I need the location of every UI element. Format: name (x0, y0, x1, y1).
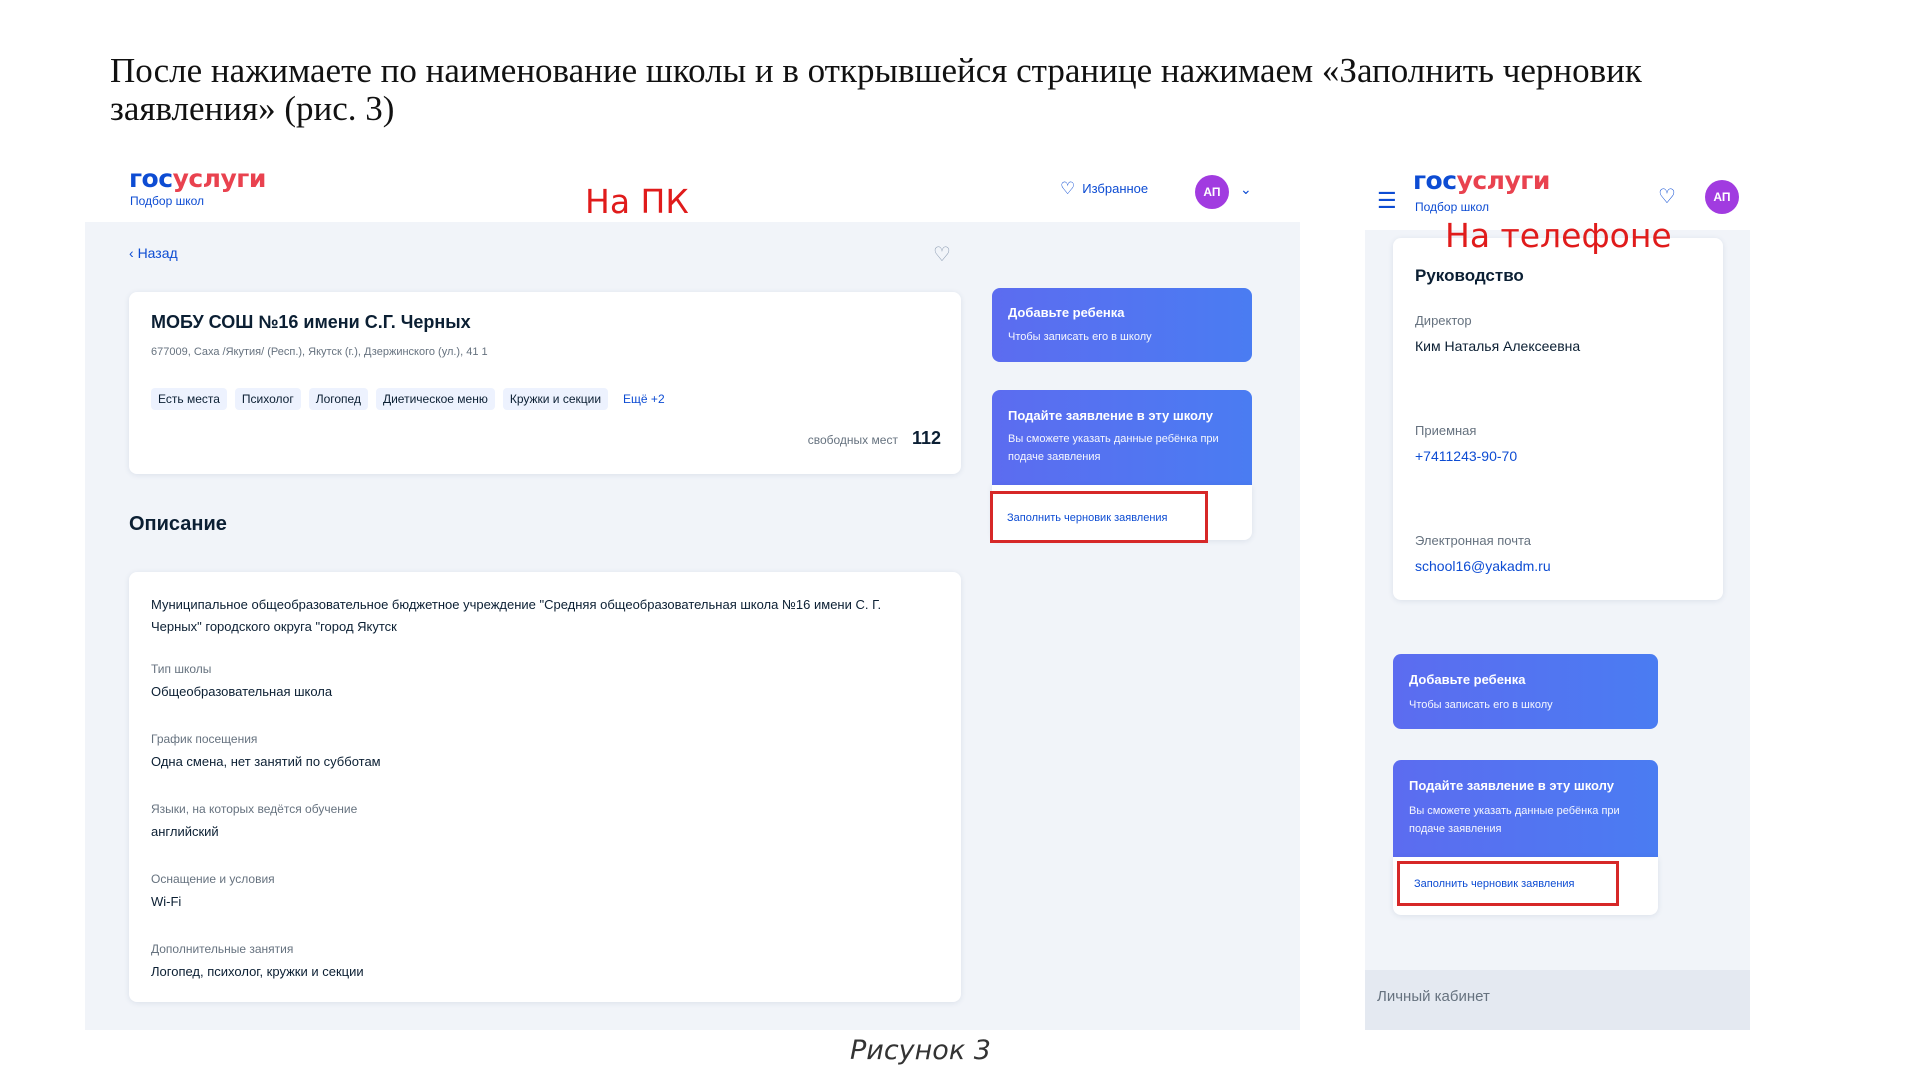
phone-caption: На телефоне (1445, 216, 1672, 255)
description-item-value: английский (151, 824, 219, 839)
apply-text: Вы сможете указать данные ребёнка при по… (1409, 805, 1620, 835)
fill-draft-link[interactable]: Заполнить черновик заявления (1414, 878, 1575, 890)
free-seats-count: 112 (911, 428, 941, 448)
description-item: Дополнительные занятия Логопед, психолог… (151, 942, 931, 1012)
director-item: Директор Ким Наталья Алексеевна (1415, 313, 1580, 354)
description-item-label: Языки, на которых ведётся обучение (151, 802, 358, 816)
apply-title: Подайте заявление в эту школу (1409, 778, 1614, 793)
favorites-button[interactable]: ♡ Избранное (1060, 180, 1148, 197)
description-intro: Муниципальное общеобразовательное бюджет… (151, 597, 882, 634)
desktop-caption: На ПК (585, 182, 689, 221)
apply-card[interactable]: Подайте заявление в эту школу Вы сможете… (1393, 760, 1658, 857)
figure-caption: Рисунок 3 (850, 1035, 991, 1066)
description-item-label: Дополнительные занятия (151, 942, 294, 956)
description-item: Тип школы Общеобразовательная школа (151, 662, 931, 732)
description-item-label: Тип школы (151, 662, 212, 676)
back-label: Назад (137, 245, 178, 261)
description-item-value: Логопед, психолог, кружки и секции (151, 964, 364, 979)
avatar[interactable]: АП (1195, 175, 1229, 209)
reception-item: Приемная +7411243-90-70 (1415, 423, 1517, 464)
add-child-card[interactable]: Добавьте ребенка Чтобы записать его в шк… (992, 288, 1252, 362)
description-item: Оснащение и условия Wi-Fi (151, 872, 931, 942)
instruction-text: После нажимаете по наименование школы и … (110, 52, 1810, 128)
description-item-value: Одна смена, нет занятий по субботам (151, 754, 381, 769)
apply-title: Подайте заявление в эту школу (1008, 408, 1213, 423)
description-item-value: Общеобразовательная школа (151, 684, 333, 699)
phone-footer: Личный кабинет (1365, 970, 1750, 1030)
director-value: Ким Наталья Алексеевна (1415, 338, 1581, 354)
draft-highlight-frame: Заполнить черновик заявления (990, 491, 1208, 543)
school-card: МОБУ СОШ №16 имени С.Г. Черных 677009, С… (129, 292, 961, 474)
school-tags: Есть места Психолог Логопед Диетическое … (151, 388, 672, 410)
description-list: Тип школы Общеобразовательная школа Граф… (151, 662, 931, 1012)
reception-label: Приемная (1415, 423, 1477, 438)
free-seats: свободных мест 112 (808, 428, 941, 449)
draft-strip: Заполнить черновик заявления (990, 485, 1252, 543)
menu-icon[interactable]: ☰ (1377, 188, 1397, 214)
email-link[interactable]: school16@yakadm.ru (1415, 558, 1551, 574)
gosuslugi-logo[interactable]: госуслуги (129, 164, 266, 193)
gosuslugi-logo[interactable]: госуслуги (1413, 166, 1550, 195)
email-item: Электронная почта school16@yakadm.ru (1415, 533, 1551, 574)
school-name[interactable]: МОБУ СОШ №16 имени С.Г. Черных (151, 312, 471, 333)
logo-subtitle: Подбор школ (1415, 200, 1490, 214)
add-child-card[interactable]: Добавьте ребенка Чтобы записать его в шк… (1393, 654, 1658, 729)
add-child-text: Чтобы записать его в школу (1008, 331, 1152, 343)
favorite-heart-icon[interactable]: ♡ (933, 242, 951, 267)
instruction-line-2: заявления» (рис. 3) (110, 89, 395, 128)
apply-text: Вы сможете указать данные ребёнка при по… (1008, 433, 1219, 463)
heart-icon[interactable]: ♡ (1658, 184, 1676, 209)
fill-draft-link[interactable]: Заполнить черновик заявления (1007, 512, 1168, 524)
apply-card[interactable]: Подайте заявление в эту школу Вы сможете… (992, 390, 1252, 485)
description-title: Описание (129, 513, 227, 535)
desktop-screenshot: госуслуги Подбор школ На ПК ♡ Избранное … (85, 160, 1300, 1030)
tag: Кружки и секции (502, 388, 609, 410)
avatar[interactable]: АП (1705, 180, 1739, 214)
tag: Психолог (234, 388, 301, 410)
more-tags-link[interactable]: Ещё +2 (616, 388, 672, 410)
draft-highlight-frame: Заполнить черновик заявления (1397, 861, 1619, 906)
description-item: Языки, на которых ведётся обучение англи… (151, 802, 931, 872)
school-address: 677009, Саха /Якутия/ (Респ.), Якутск (г… (151, 346, 488, 358)
desktop-header: госуслуги Подбор школ На ПК ♡ Избранное … (85, 160, 1300, 222)
tag: Диетическое меню (375, 388, 495, 410)
logo-subtitle: Подбор школ (130, 194, 205, 208)
instruction-line-1: После нажимаете по наименование школы и … (110, 51, 1642, 90)
description-item-value: Wi-Fi (151, 894, 182, 909)
tag: Логопед (308, 388, 368, 410)
tag: Есть места (151, 388, 227, 410)
personal-cabinet-link[interactable]: Личный кабинет (1377, 988, 1490, 1005)
director-label: Директор (1415, 313, 1472, 328)
add-child-text: Чтобы записать его в школу (1409, 699, 1553, 711)
description-card: Муниципальное общеобразовательное бюджет… (129, 572, 961, 1002)
free-seats-label: свободных мест (807, 433, 898, 447)
add-child-title: Добавьте ребенка (1008, 305, 1125, 320)
back-link[interactable]: ‹ Назад (129, 245, 178, 261)
management-title: Руководство (1415, 266, 1524, 285)
apply-block: Подайте заявление в эту школу Вы сможете… (1393, 760, 1658, 915)
reception-phone-link[interactable]: +7411243-90-70 (1415, 448, 1517, 464)
chevron-down-icon[interactable]: ⌄ (1240, 181, 1252, 198)
description-item: График посещения Одна смена, нет занятий… (151, 732, 931, 802)
apply-block: Подайте заявление в эту школу Вы сможете… (990, 390, 1252, 543)
phone-screenshot: ☰ госуслуги Подбор школ ♡ АП Руководство… (1365, 160, 1750, 1030)
favorites-label: Избранное (1082, 181, 1149, 196)
description-item-label: График посещения (151, 732, 258, 746)
description-item-label: Оснащение и условия (151, 872, 275, 886)
draft-strip: Заполнить черновик заявления (1393, 857, 1658, 915)
add-child-title: Добавьте ребенка (1409, 672, 1526, 687)
management-card: Руководство Директор Ким Наталья Алексее… (1393, 238, 1723, 600)
heart-icon: ♡ (1060, 179, 1076, 198)
email-label: Электронная почта (1415, 533, 1532, 548)
